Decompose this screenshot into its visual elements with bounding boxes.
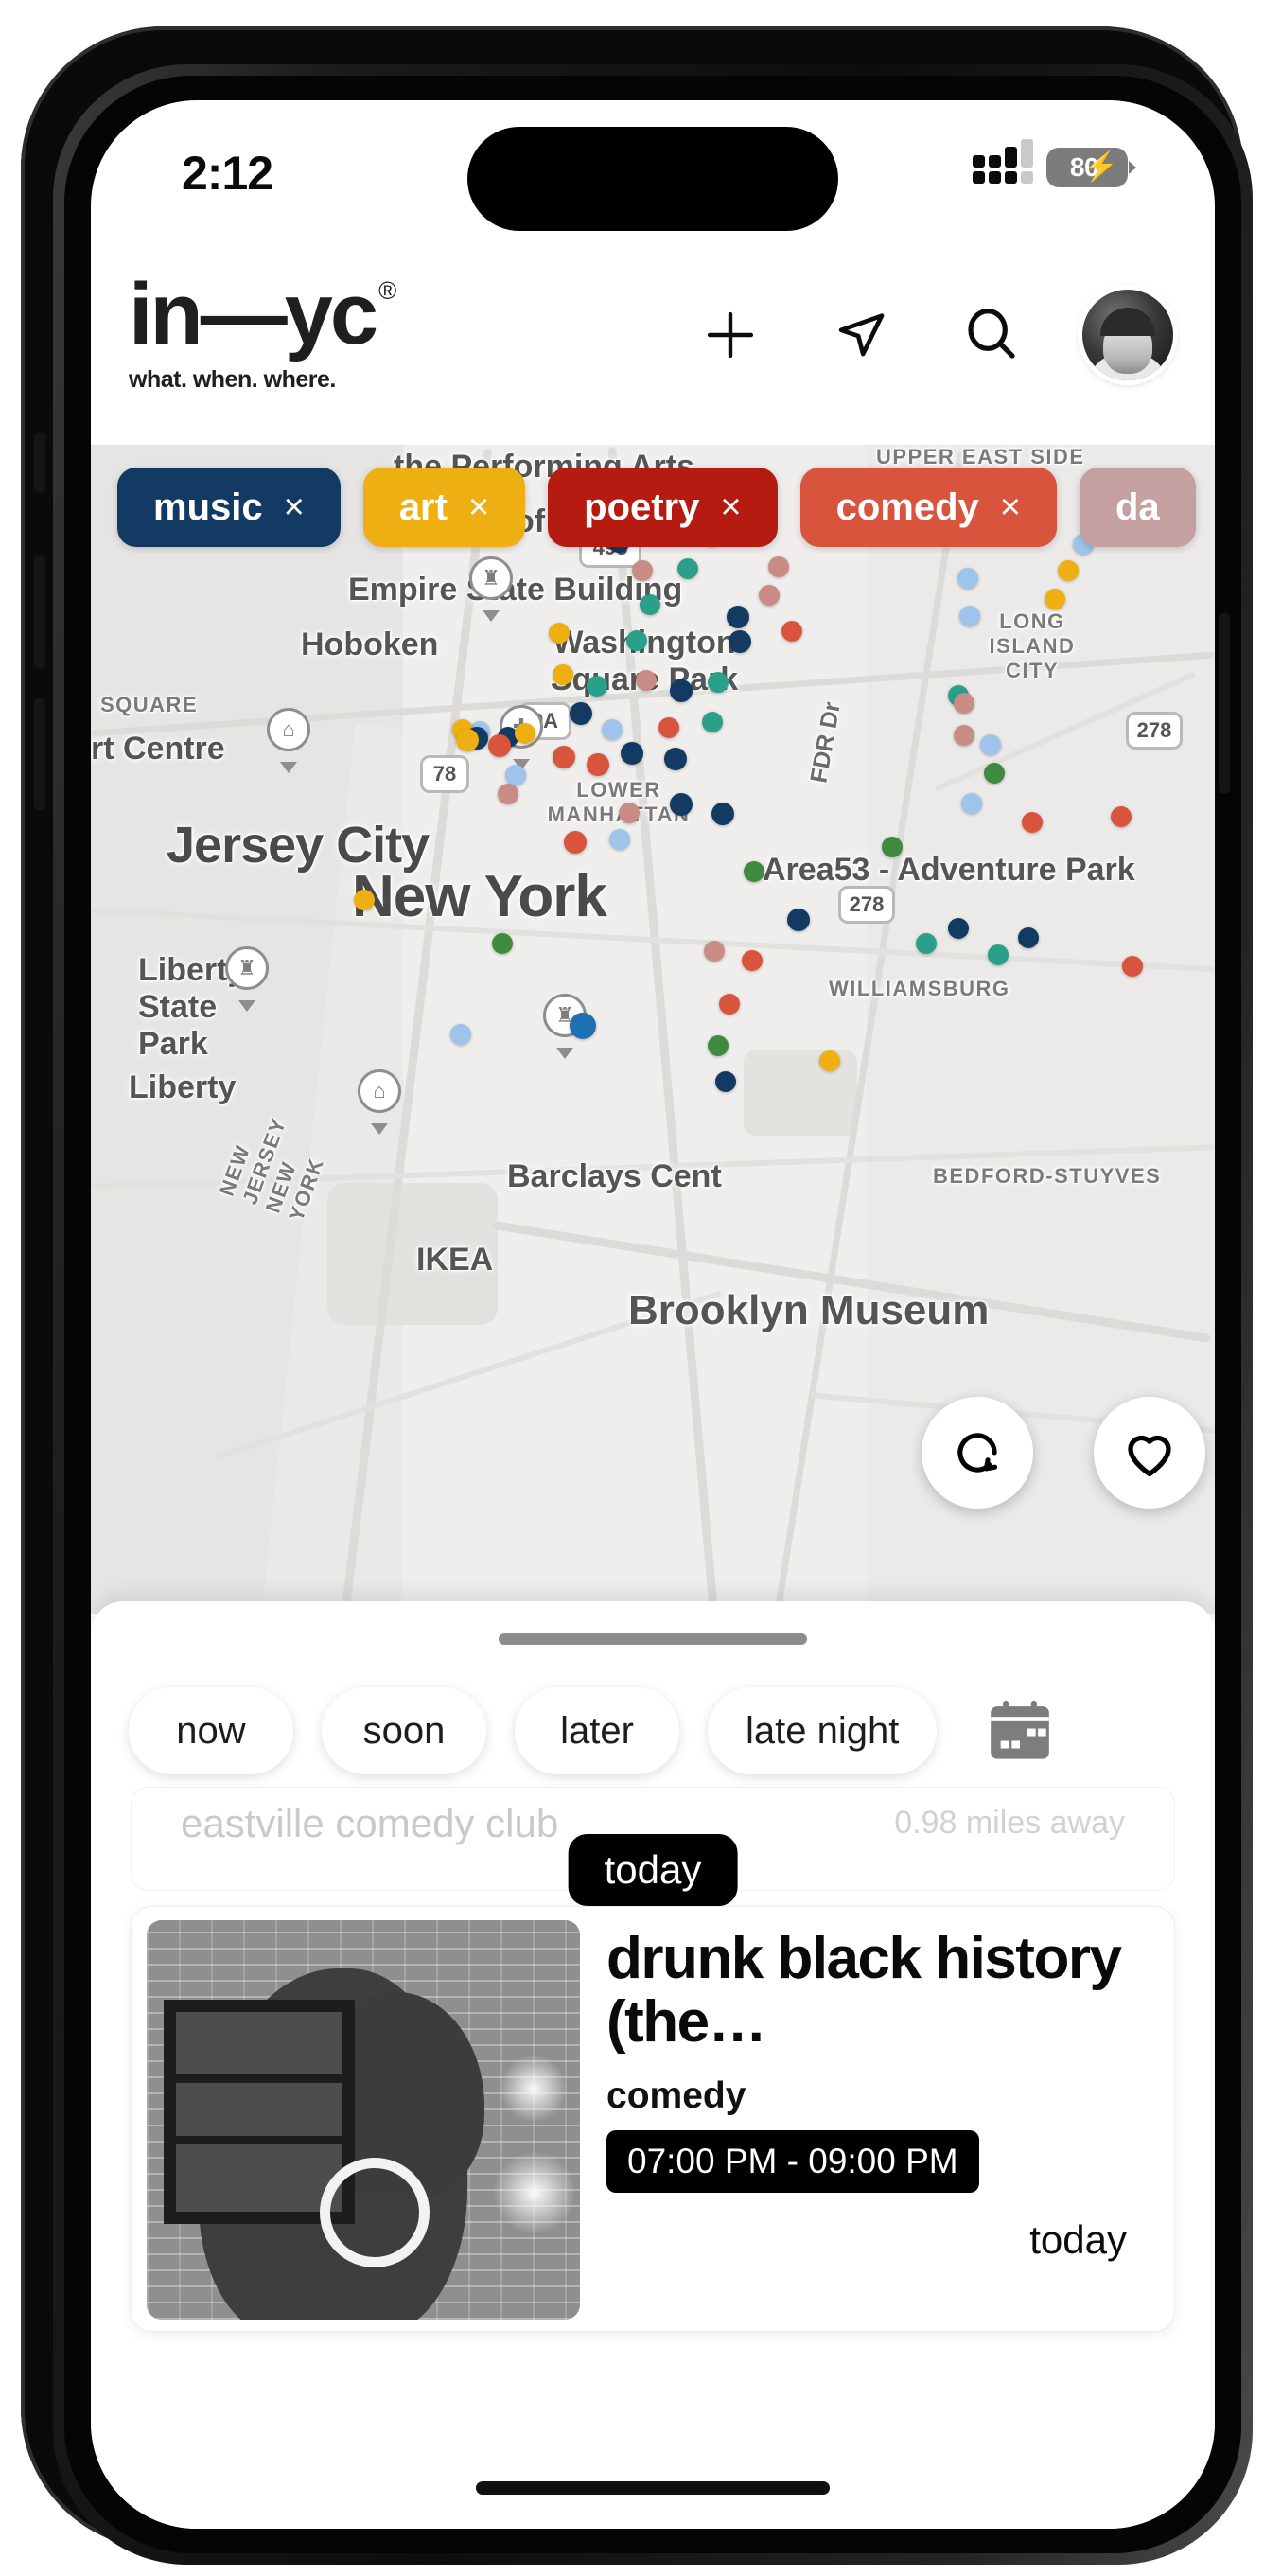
map-label: New York bbox=[352, 864, 607, 929]
chip-poetry[interactable]: poetry × bbox=[548, 468, 778, 547]
chip-music[interactable]: music × bbox=[117, 468, 341, 547]
profile-avatar[interactable] bbox=[1082, 290, 1173, 380]
time-filter-row: now soon later late night bbox=[91, 1679, 1215, 1783]
calendar-icon bbox=[991, 1700, 1050, 1759]
chip-comedy[interactable]: comedy × bbox=[799, 468, 1057, 547]
registered-mark: ® bbox=[378, 276, 396, 305]
home-indicator[interactable] bbox=[476, 2481, 830, 2495]
dynamic-island bbox=[467, 127, 838, 231]
chip-label: art bbox=[398, 485, 448, 528]
chip-dance[interactable]: da bbox=[1079, 468, 1196, 547]
brand-logo: in—yc ® what. when. where. bbox=[129, 266, 396, 394]
map-label: SQUARE bbox=[100, 693, 199, 716]
event-day: today bbox=[1029, 2216, 1127, 2262]
map-label: Area53 - Adventure Park bbox=[763, 852, 1135, 888]
mural-earring bbox=[320, 2158, 430, 2268]
map-label: Empire State Building bbox=[348, 572, 683, 608]
event-card[interactable]: drunk black history (the… comedy 07:00 P… bbox=[131, 1906, 1175, 2332]
search-icon bbox=[968, 309, 1015, 359]
map-label: Liberty bbox=[129, 1069, 237, 1105]
volume-down-button[interactable] bbox=[34, 698, 45, 810]
time-filter-now[interactable]: now bbox=[129, 1687, 293, 1774]
add-button[interactable] bbox=[691, 295, 770, 375]
header-actions bbox=[691, 290, 1173, 380]
map-label: Barclays Cent bbox=[507, 1158, 722, 1194]
chip-label: poetry bbox=[584, 485, 700, 528]
map-favorites-button[interactable] bbox=[1094, 1397, 1205, 1509]
screenshot-root: 2:12 80 ⚡ in—yc ® what. when. where. the… bbox=[0, 0, 1264, 2576]
map-label: WILLIAMSBURG bbox=[829, 977, 1010, 1000]
status-time: 2:12 bbox=[182, 147, 273, 200]
time-filter-later[interactable]: later bbox=[515, 1687, 679, 1774]
map-route-shield: 278 bbox=[838, 886, 895, 924]
map-label: IKEA bbox=[416, 1242, 494, 1278]
map-view[interactable]: the Performing Arts UPPER EAST SIDE of M… bbox=[91, 445, 1215, 1614]
bottom-sheet: now soon later late night eastville come… bbox=[91, 1601, 1215, 2529]
navigation-arrow-icon bbox=[838, 313, 885, 357]
chip-label: music bbox=[153, 485, 263, 528]
map-poi-pin[interactable]: ⌂ bbox=[267, 708, 310, 765]
peek-distance: 0.98 miles away bbox=[894, 1805, 1125, 1841]
category-filter-chips[interactable]: music × art × poetry × comedy × da bbox=[91, 462, 1215, 553]
event-thumbnail bbox=[147, 1920, 580, 2320]
map-route-shield: 278 bbox=[1126, 712, 1183, 750]
chip-label: comedy bbox=[835, 485, 979, 528]
mural-dandelion bbox=[494, 2151, 576, 2233]
brand-text: in—yc bbox=[129, 266, 378, 362]
silent-switch[interactable] bbox=[34, 433, 45, 492]
map-label: rt Centre bbox=[91, 731, 225, 767]
map-poi-pin[interactable]: ♜ bbox=[469, 556, 513, 613]
locate-button[interactable] bbox=[821, 295, 901, 375]
calendar-button[interactable] bbox=[976, 1691, 1063, 1771]
map-label: Brooklyn Museum bbox=[628, 1287, 990, 1333]
chip-remove-icon[interactable]: × bbox=[720, 489, 741, 525]
time-filter-soon[interactable]: soon bbox=[322, 1687, 486, 1774]
heart-icon bbox=[1128, 1435, 1171, 1477]
chip-art[interactable]: art × bbox=[362, 468, 526, 547]
chip-remove-icon[interactable]: × bbox=[468, 489, 489, 525]
power-button[interactable] bbox=[1219, 613, 1230, 793]
chip-remove-icon[interactable]: × bbox=[1000, 489, 1021, 525]
avatar-hair bbox=[1100, 308, 1155, 337]
peek-venue-name: eastville comedy club bbox=[181, 1801, 559, 1845]
plus-icon bbox=[707, 311, 754, 359]
event-time-range: 07:00 PM - 09:00 PM bbox=[606, 2129, 979, 2193]
brand-tagline: what. when. where. bbox=[129, 365, 336, 393]
phone-screen: 2:12 80 ⚡ in—yc ® what. when. where. the… bbox=[91, 100, 1215, 2529]
map-label: LONG ISLAND CITY bbox=[989, 609, 1076, 682]
brand-wordmark: in—yc ® bbox=[129, 266, 396, 362]
map-refresh-button[interactable] bbox=[922, 1397, 1033, 1509]
day-badge: today bbox=[568, 1834, 738, 1906]
map-label: Hoboken bbox=[301, 626, 439, 662]
map-poi-pin[interactable]: ♜ bbox=[225, 946, 269, 1003]
map-route-shield: 78 bbox=[420, 755, 469, 793]
map-poi-pin[interactable]: ⌂ bbox=[358, 1069, 401, 1126]
refresh-icon bbox=[957, 1433, 998, 1473]
status-indicators: 80 ⚡ bbox=[973, 139, 1128, 187]
status-bar: 2:12 80 ⚡ bbox=[91, 100, 1215, 242]
time-filter-late-night[interactable]: late night bbox=[708, 1687, 938, 1774]
cellular-signal-icon bbox=[973, 139, 1033, 184]
map-label: BEDFORD-STUYVES bbox=[933, 1164, 1162, 1188]
event-card-body: drunk black history (the… comedy 07:00 P… bbox=[580, 1907, 1174, 2331]
event-title: drunk black history (the… bbox=[606, 1926, 1122, 2055]
sheet-drag-handle[interactable] bbox=[499, 1633, 807, 1645]
volume-up-button[interactable] bbox=[34, 556, 45, 668]
event-category: comedy bbox=[606, 2074, 746, 2116]
phone-frame: 2:12 80 ⚡ in—yc ® what. when. where. the… bbox=[21, 26, 1253, 2565]
bolt-icon: ⚡ bbox=[1082, 151, 1118, 183]
battery-icon: 80 ⚡ bbox=[1046, 148, 1128, 187]
chip-label: da bbox=[1115, 485, 1160, 528]
chip-remove-icon[interactable]: × bbox=[284, 489, 305, 525]
app-header: in—yc ® what. when. where. bbox=[91, 242, 1215, 445]
search-button[interactable] bbox=[952, 295, 1031, 375]
